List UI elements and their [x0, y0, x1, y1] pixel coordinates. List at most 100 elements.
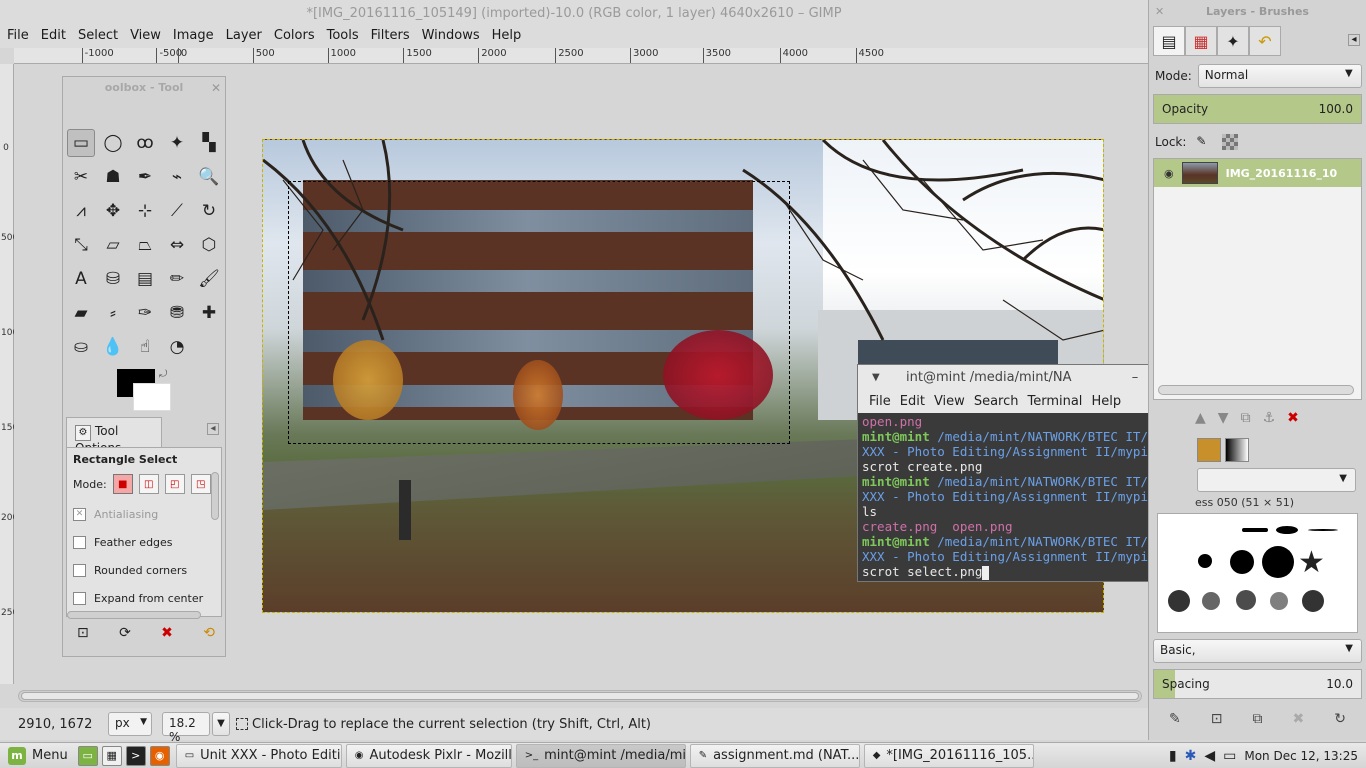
terminal-menu-help[interactable]: Help — [1088, 391, 1127, 413]
tab-tool-options[interactable]: ⚙Tool Options — [66, 417, 162, 455]
option-antialiasing[interactable]: ✕ Antialiasing — [73, 500, 215, 528]
lock-alpha-icon[interactable] — [1222, 134, 1239, 150]
file-manager-icon[interactable]: ▦ — [101, 745, 122, 766]
undo-tab-icon[interactable]: ↶ — [1249, 26, 1281, 56]
menu-colors[interactable]: Colors — [269, 26, 322, 48]
swap-colors-icon[interactable]: ⤾ — [159, 369, 167, 380]
firefox-launcher-icon[interactable]: ◉ — [149, 745, 170, 766]
new-brush-icon[interactable]: ⊡ — [1211, 711, 1223, 727]
menu-layer[interactable]: Layer — [221, 26, 269, 48]
menu-filters[interactable]: Filters — [366, 26, 417, 48]
dodge-burn-icon[interactable]: ◔ — [163, 333, 191, 361]
tab-menu-icon[interactable]: ◂ — [1348, 34, 1360, 46]
paintbrush-icon[interactable]: 🖌 — [195, 265, 223, 293]
menu-view[interactable]: View — [125, 26, 168, 48]
move-icon[interactable]: ✥ — [99, 197, 127, 225]
menu-windows[interactable]: Windows — [417, 26, 487, 48]
taskbar-item[interactable]: >_ mint@mint /media/mi... — [515, 743, 686, 768]
pencil-icon[interactable]: ✏ — [163, 265, 191, 293]
layer-list-scrollbar[interactable] — [1158, 385, 1354, 395]
reset-options-icon[interactable]: ⟲ — [203, 625, 215, 641]
brush-view-select[interactable]: ▼ — [1197, 468, 1356, 492]
mode-replace-button[interactable]: ■ — [112, 474, 133, 494]
menu-edit[interactable]: Edit — [36, 26, 73, 48]
background-color[interactable] — [133, 383, 171, 411]
terminal-launcher-icon[interactable]: > — [125, 745, 146, 766]
lower-layer-icon[interactable]: ▼ — [1218, 410, 1229, 426]
tab-menu-icon[interactable]: ◂ — [207, 423, 219, 435]
duplicate-layer-icon[interactable]: ⧉ — [1241, 410, 1251, 426]
start-menu-button[interactable]: m Menu — [0, 746, 76, 765]
taskbar-item[interactable]: ◉ Autodesk Pixlr - Mozill... — [345, 743, 512, 768]
taskbar-item[interactable]: ✎ assignment.md (NAT... — [689, 743, 860, 768]
channels-tab-icon[interactable]: ▦ — [1185, 26, 1217, 56]
vertical-ruler[interactable]: 0 500 1000 1500 2000 2500 — [0, 64, 24, 684]
checkbox[interactable] — [73, 591, 86, 605]
option-feather-edges[interactable]: Feather edges — [73, 528, 215, 556]
terminal-menu-view[interactable]: View — [931, 391, 971, 413]
perspective-icon[interactable]: ⏢ — [131, 231, 159, 259]
duplicate-brush-icon[interactable]: ⧉ — [1253, 711, 1263, 727]
volume-icon[interactable]: ◀ — [1204, 748, 1215, 764]
crop-icon[interactable]: ⟋ — [163, 197, 191, 225]
paths-tab-icon[interactable]: ✦ — [1217, 26, 1249, 56]
fuzzy-select-icon[interactable]: ✦ — [163, 129, 191, 157]
spacing-slider[interactable]: Spacing 10.0 — [1153, 669, 1362, 699]
scissors-select-icon[interactable]: ✂ — [67, 163, 95, 191]
bucket-fill-icon[interactable]: ⛁ — [99, 265, 127, 293]
unit-select[interactable]: px ▼ — [108, 712, 152, 736]
opacity-slider[interactable]: Opacity 100.0 — [1153, 94, 1362, 124]
brush-category-select[interactable]: Basic, ▼ — [1153, 639, 1362, 663]
heal-icon[interactable]: ✚ — [195, 299, 223, 327]
clock[interactable]: Mon Dec 12, 13:25 — [1244, 749, 1358, 763]
save-options-icon[interactable]: ⊡ — [77, 625, 89, 641]
align-icon[interactable]: ⊹ — [131, 197, 159, 225]
blend-icon[interactable]: ▤ — [131, 265, 159, 293]
options-scrollbar[interactable] — [211, 472, 219, 520]
show-desktop-icon[interactable]: ▭ — [77, 745, 98, 766]
foreground-select-icon[interactable]: ☗ — [99, 163, 127, 191]
edit-brush-icon[interactable]: ✎ — [1169, 711, 1181, 727]
terminal-output[interactable]: open.png mint@mint /media/mint/NATWORK/BT… — [861, 413, 1183, 580]
checkbox[interactable] — [73, 563, 86, 577]
option-rounded-corners[interactable]: Rounded corners — [73, 556, 215, 584]
terminal-menu-file[interactable]: File — [866, 391, 897, 413]
terminal-menu-edit[interactable]: Edit — [897, 391, 931, 413]
menu-tools[interactable]: Tools — [322, 26, 366, 48]
mode-intersect-button[interactable]: ◳ — [190, 474, 211, 494]
layers-tab-icon[interactable]: ▤ — [1153, 26, 1185, 56]
eraser-icon[interactable]: ▰ — [67, 299, 95, 327]
bluetooth-icon[interactable]: ✱ — [1185, 748, 1197, 764]
canvas-horizontal-scrollbar[interactable] — [18, 690, 1142, 702]
smudge-icon[interactable]: ☝ — [131, 333, 159, 361]
blur-icon[interactable]: 💧 — [99, 333, 127, 361]
clone-icon[interactable]: ⛃ — [163, 299, 191, 327]
select-by-color-icon[interactable]: ▚ — [195, 129, 223, 157]
menu-file[interactable]: File — [2, 26, 36, 48]
star-brush-icon[interactable]: ★ — [1298, 548, 1325, 578]
mode-add-button[interactable]: ◫ — [138, 474, 159, 494]
terminal-menu-search[interactable]: Search — [971, 391, 1025, 413]
color-picker-icon[interactable]: ⌁ — [163, 163, 191, 191]
rotate-icon[interactable]: ↻ — [195, 197, 223, 225]
delete-options-icon[interactable]: ✖ — [161, 625, 173, 641]
lock-pixels-icon[interactable]: ✎ — [1196, 134, 1212, 150]
terminal-menu-terminal[interactable]: Terminal — [1024, 391, 1088, 413]
taskbar-item[interactable]: ▭ Unit XXX - Photo Editing — [175, 743, 342, 768]
free-select-icon[interactable]: ꝏ — [131, 129, 159, 157]
taskbar-item[interactable]: ◆ *[IMG_20161116_105... — [863, 743, 1034, 768]
brush-grid[interactable]: ★ — [1157, 513, 1358, 633]
anchor-layer-icon[interactable]: ⚓ — [1263, 410, 1276, 426]
paths-icon[interactable]: ✒ — [131, 163, 159, 191]
delete-brush-icon[interactable]: ✖ — [1293, 711, 1305, 727]
perspective-clone-icon[interactable]: ⛀ — [67, 333, 95, 361]
mode-subtract-button[interactable]: ◰ — [164, 474, 185, 494]
menu-select[interactable]: Select — [73, 26, 125, 48]
checkbox[interactable]: ✕ — [73, 507, 86, 521]
flip-icon[interactable]: ⇔ — [163, 231, 191, 259]
delete-layer-icon[interactable]: ✖ — [1287, 410, 1299, 426]
window-menu-icon[interactable]: ▼ — [872, 365, 880, 391]
menu-help[interactable]: Help — [487, 26, 529, 48]
minimize-icon[interactable]: – — [1132, 365, 1139, 391]
cage-transform-icon[interactable]: ⬡ — [195, 231, 223, 259]
